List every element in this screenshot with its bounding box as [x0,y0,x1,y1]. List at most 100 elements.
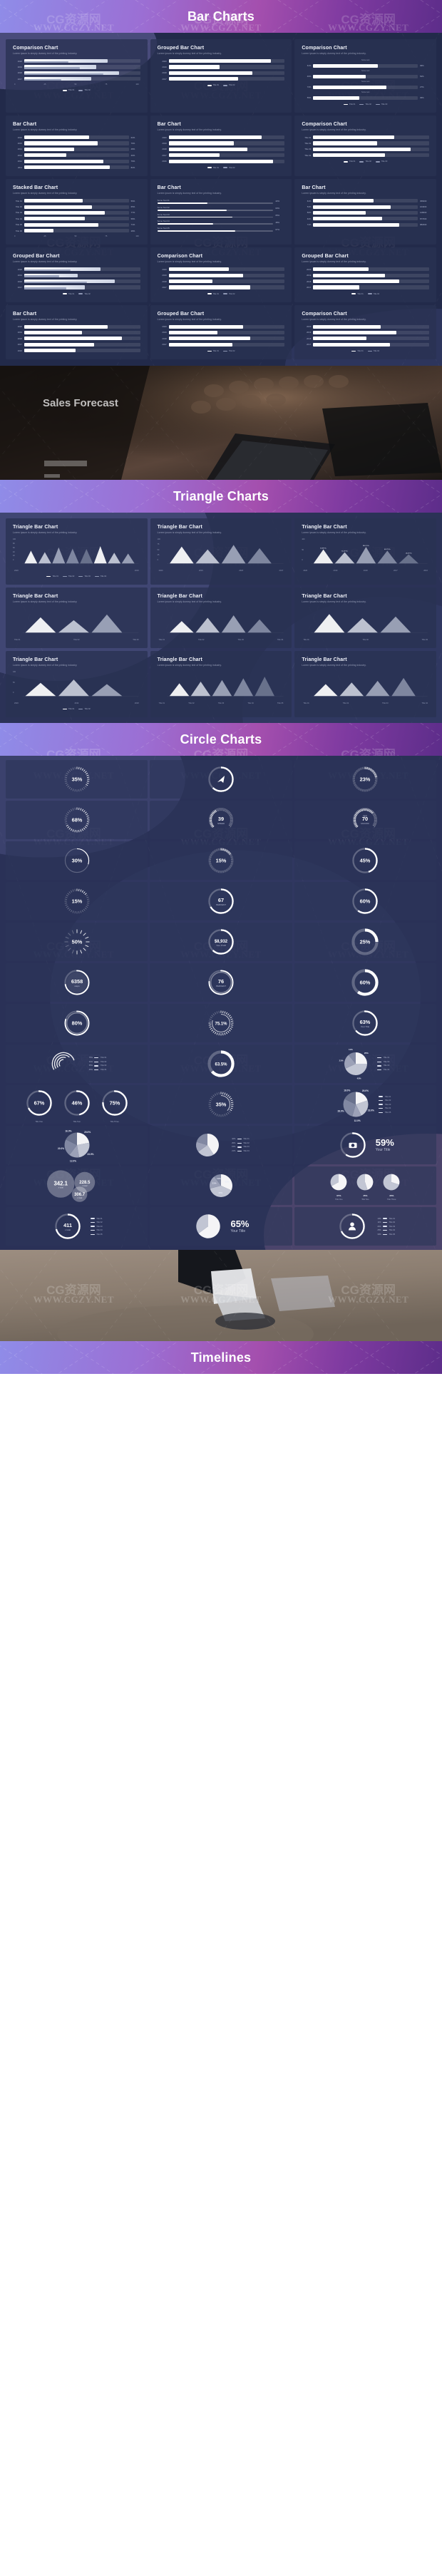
circle-chart-cell[interactable]: 15% [6,882,148,921]
circle-chart-cell[interactable]: 35% [6,760,148,799]
bar-track [168,71,285,75]
triangle-chart-card[interactable]: Triangle Bar Chart Lorem ipsum is simply … [150,587,292,649]
circle-chart-cell[interactable]: 23% [294,760,436,799]
triangle-chart-card[interactable]: Triangle Bar Chart Lorem ipsum is simply … [294,518,436,585]
bar-chart-card[interactable]: Bar Chart Lorem ipsum is simply dummy tex… [6,116,148,177]
bar-chart-card[interactable]: Bar Chart Lorem ipsum is simply dummy tex… [150,116,292,177]
bar-fill [313,279,399,284]
legend-item: 21% Title 04 [229,1150,250,1153]
circle-chart-cell[interactable]: 63.5% [150,1045,292,1084]
bar-chart-card[interactable]: Stacked Bar Chart Lorem ipsum is simply d… [6,179,148,245]
bar-chart-card[interactable]: Comparison Chart Lorem ipsum is simply du… [294,39,436,113]
circle-chart-cell[interactable]: 65% Your Title [150,1207,292,1246]
triangle-chart-card[interactable]: Triangle Bar Chart Lorem ipsum is simply … [6,518,148,585]
card-title: Bar Chart [13,122,37,128]
circle-chart-cell[interactable] [150,760,292,799]
circle-chart-cell[interactable]: 35% 43% 21% 11% [150,1166,292,1206]
circle-chart-cell[interactable]: 20.0% 23.0% 12.0% 20.0% 16.0% [6,1126,148,1165]
bar-chart-card[interactable]: Comparison Chart Lorem ipsum is simply du… [294,304,436,360]
bar-track [168,135,285,140]
bar-chart-card[interactable]: Grouped Bar Chart Lorem ipsum is simply d… [150,39,292,113]
circle-chart-cell[interactable]: 60% [294,882,436,921]
ring-legend: 76% Title 01 64% Title 02 55% Title 03 46% Titl… [86,1057,107,1071]
circle-chart-cell[interactable]: 50% [6,923,148,962]
bar-category-label: 2016 [17,349,22,352]
legend-item: Title 03 [379,1104,391,1106]
circle-chart-cell[interactable]: 342.1 x total 228.5 x total 306.7 x total [6,1166,148,1206]
legend-label: Title 01 [383,1057,390,1059]
circle-chart-cell[interactable]: 76 PERCENT [150,963,292,1002]
triangle-chart-card[interactable]: Triangle Bar Chart Lorem ipsum is simply … [150,518,292,585]
circle-chart-cell[interactable]: 6358 steps [6,963,148,1002]
circle-chart-cell[interactable]: 25% 43% 21% 11% Title 01 Title 02 Title 03 Titl… [294,1045,436,1084]
card-title: Triangle Bar Chart [13,594,58,600]
bar-fill [168,65,220,69]
circle-chart-cell[interactable]: 25% [294,923,436,962]
circle-chart-cell[interactable]: 67% Title One 45% Title Two 30% Title Three [294,1166,436,1206]
circle-chart-cell[interactable]: 45% [294,841,436,881]
circle-chart-cell[interactable]: mph 70 MAX150 [294,801,436,840]
card-title: Triangle Bar Chart [302,657,347,663]
triangle-chart-card[interactable]: Triangle Bar Chart Lorem ipsum is simply … [6,651,148,718]
bar-track [313,285,429,289]
bar-rows: 2020 2019 2018 2017 [302,324,429,347]
triangle-chart-card[interactable]: Triangle Bar Chart Lorem ipsum is simply … [150,651,292,718]
circle-chart-cell[interactable]: 42% Title 01 25% Title 02 15% Title 03 21% Titl… [150,1126,292,1165]
pie-group: 20.0% 23.0% 12.0% 28.0% 18.0% Title 01 Title 0… [338,1088,391,1122]
bar-chart-card[interactable]: Grouped Bar Chart Lorem ipsum is simply d… [6,247,148,302]
bar-chart-card[interactable]: Comparison Chart Lorem ipsum is simply du… [294,116,436,177]
triangle-categories: Title 01 Title 02 Title 03 Title 04 [158,639,285,641]
bar-chart-card[interactable]: Bar Chart Lorem ipsum is simply dummy tex… [6,304,148,360]
circle-chart-cell[interactable]: 20.0% 23.0% 12.0% 28.0% 18.0% Title 01 Title 0… [294,1085,436,1124]
legend-item: Title 02 [367,350,379,352]
circle-chart-cell[interactable]: 67 PERCENT [150,882,292,921]
circle-chart-cell[interactable]: 59% Your Title [294,1126,436,1165]
circle-chart-cell[interactable]: $8,932 Your Profit [150,923,292,962]
circle-chart-cell[interactable]: 411 x total Title 01 Title 02 Title 03 Title … [6,1207,148,1246]
bar-fill-secondary [24,275,59,277]
bar-chart-card[interactable]: Grouped Bar Chart Lorem ipsum is simply d… [150,304,292,360]
bar-rows: Title 01 Title 02 Title 03 Title 04 [302,135,429,158]
bar-category-label: 2017 [307,285,312,289]
circle-chart-cell[interactable]: 75.1% [150,1004,292,1043]
legend-label: Title 04 [243,1150,250,1153]
bar-chart-card[interactable]: Comparison Chart Lorem ipsum is simply du… [6,39,148,113]
axis-tick: 2018 [363,570,368,573]
triangle-chart-card[interactable]: Triangle Bar Chart Lorem ipsum is simply … [6,587,148,649]
bar-fill [168,71,252,75]
circle-chart-cell[interactable]: 68% [6,801,148,840]
circle-chart-cell[interactable]: 35% [150,1085,292,1124]
circle-chart-cell[interactable]: 67% Title One 46% Title Two 75% Title Three [6,1085,148,1124]
legend-label: Title 02 [100,1060,107,1063]
legend-swatch [379,1096,384,1097]
bar-value-label: 65% [130,205,135,209]
bar-chart-card[interactable]: Grouped Bar Chart Lorem ipsum is simply d… [294,247,436,302]
circle-chart-cell[interactable]: 80% [6,1004,148,1043]
bar-top-label: Some text [361,59,370,61]
triangle-chart-card[interactable]: Triangle Bar Chart Lorem ipsum is simply … [294,651,436,718]
circle-chart-cell[interactable]: 76% Title 01 64% Title 02 55% Title 03 46% Titl… [6,1045,148,1084]
legend-item: 11% Title 02 [375,1221,395,1223]
circle-chart-cell[interactable]: 63% Your Title [294,1004,436,1043]
circle-chart-cell[interactable]: 39 SPEED [150,801,292,840]
legend-item: Title 02 [62,575,74,578]
triangle-chart-card[interactable]: Triangle Bar Chart Lorem ipsum is simply … [294,587,436,649]
card-subtitle: Lorem ipsum is simply dummy text of the … [157,317,222,321]
circle-chart-cell[interactable]: 15% [150,841,292,881]
bar-value-label: 45% [420,96,424,100]
bar-chart-card[interactable]: Comparison Chart Lorem ipsum is simply du… [150,247,292,302]
circle-chart-cell[interactable]: 30% [6,841,148,881]
bar-track [24,330,140,335]
circle-chart-cell[interactable]: 60% [294,963,436,1002]
legend-item: 42% Title 01 [229,1138,250,1140]
bar-fill [313,141,377,145]
bar-row: 2020 [158,324,285,329]
icon-ring-caption: Your Title [375,1148,391,1153]
bar-fill [168,135,262,140]
pie-group: 25% 43% 21% 11% Title 01 Title 02 Title 03 Titl… [339,1048,390,1079]
circle-chart-cell[interactable]: 10% Title 01 11% Title 02 24% Title 03 25% Titl… [294,1207,436,1246]
bar-chart-card[interactable]: Bar Chart Lorem ipsum is simply dummy tex… [294,179,436,245]
triangle-plot [158,671,285,699]
svg-text:76: 76 [218,978,224,985]
bar-chart-card[interactable]: Bar Chart Lorem ipsum is simply dummy tex… [150,179,292,245]
